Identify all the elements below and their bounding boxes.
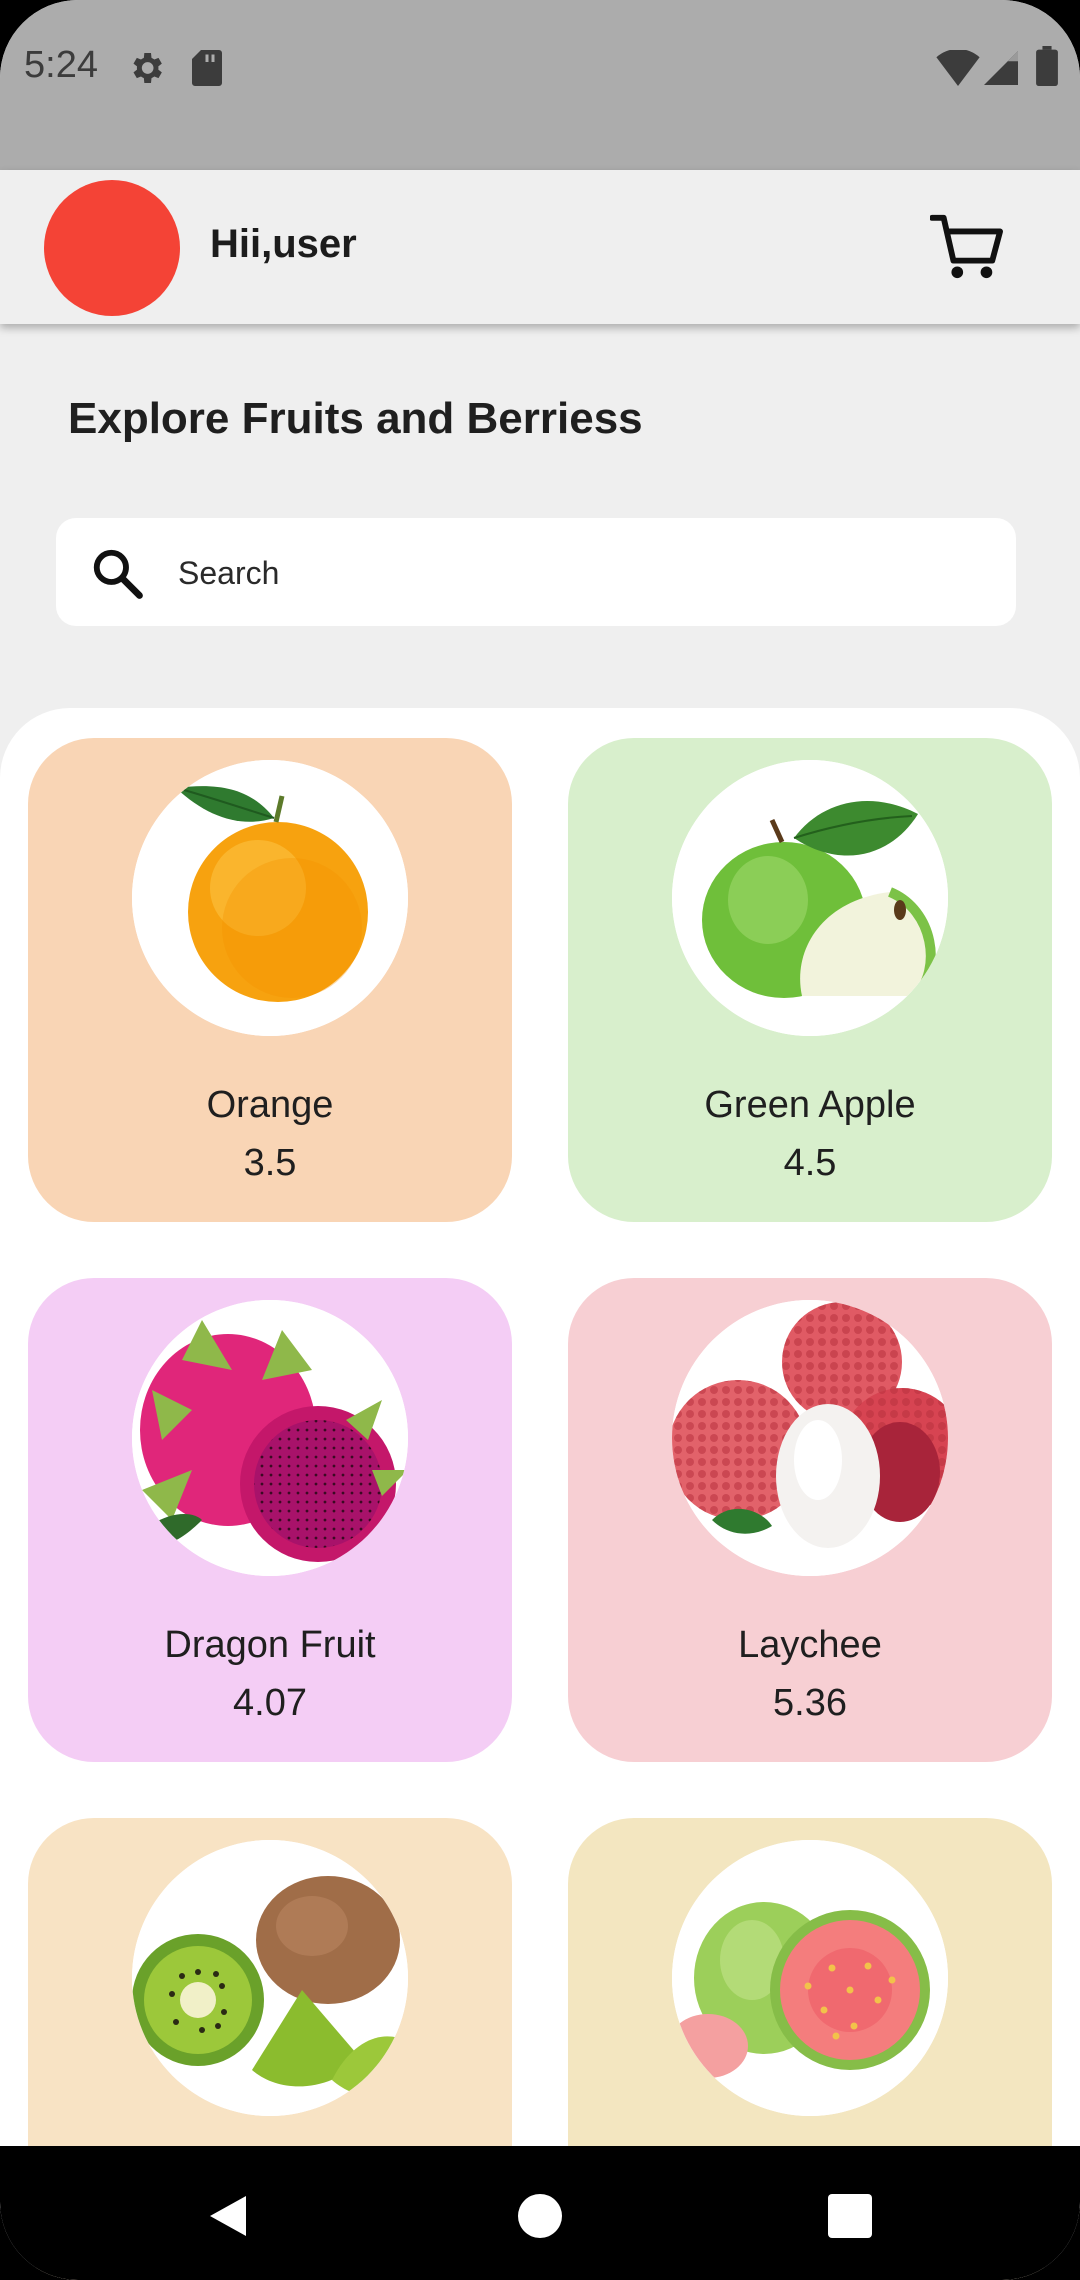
search-bar[interactable] (56, 518, 1016, 626)
lychee-image (672, 1300, 948, 1576)
signal-icon (984, 51, 1018, 85)
navigation-bar (0, 2146, 1080, 2280)
product-card-laychee[interactable]: Laychee 5.36 (568, 1278, 1052, 1762)
dragon-fruit-image (132, 1300, 408, 1576)
product-card-orange[interactable]: Orange 3.5 (28, 738, 512, 1222)
search-icon (93, 549, 143, 599)
gear-icon (133, 53, 162, 83)
screen: 5:24 Hii,user Explore Fruits and Berries… (0, 0, 1080, 2280)
product-name: Orange (206, 1084, 334, 1126)
status-time: 5:24 (24, 44, 98, 86)
home-icon[interactable] (518, 2194, 562, 2238)
product-name: Dragon Fruit (164, 1624, 376, 1666)
avatar[interactable] (44, 180, 180, 316)
product-card-green-apple[interactable]: Green Apple 4.5 (568, 738, 1052, 1222)
green-apple-image (672, 760, 948, 1036)
product-card-dragon-fruit[interactable]: Dragon Fruit 4.07 (28, 1278, 512, 1762)
product-name: Laychee (738, 1624, 882, 1666)
guava-image (672, 1840, 948, 2116)
product-grid: Orange 3.5 Green Apple 4.5 Dragon Fruit … (0, 708, 1080, 2280)
sd-card-icon (192, 50, 222, 86)
product-rating: 4.5 (783, 1142, 837, 1184)
kiwi-image (132, 1840, 408, 2116)
status-bar: 5:24 (0, 0, 1080, 170)
page-title: Explore Fruits and Berriess (68, 394, 643, 443)
app-bar: Hii,user (0, 170, 1080, 324)
wifi-icon (936, 50, 980, 86)
product-rating: 3.5 (243, 1142, 297, 1184)
product-rating: 5.36 (773, 1682, 847, 1724)
search-input[interactable] (176, 544, 980, 602)
back-icon[interactable] (206, 2192, 250, 2240)
orange-image (132, 760, 408, 1036)
recents-icon[interactable] (828, 2194, 872, 2238)
greeting-text: Hii,user (210, 222, 357, 266)
cart-icon[interactable] (930, 212, 1004, 282)
product-name: Green Apple (704, 1084, 916, 1126)
battery-icon (1036, 46, 1058, 86)
product-rating: 4.07 (233, 1682, 307, 1724)
